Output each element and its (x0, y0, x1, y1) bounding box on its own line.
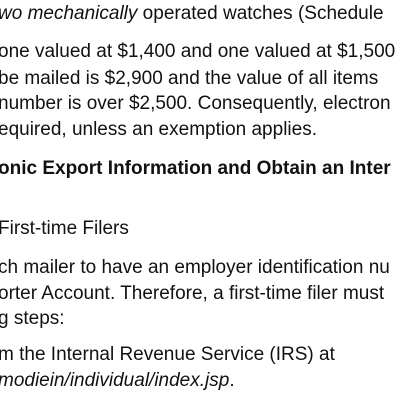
paragraph2-line-2: orter Account. Therefore, a first-time f… (0, 283, 385, 304)
paragraph-text: operated watches (Schedule (137, 3, 384, 24)
irs-url-link[interactable]: modiein/individual/index.jsp (0, 370, 229, 391)
document-page: wo mechanically operated watches (Schedu… (0, 0, 400, 400)
italic-phrase: wo mechanically (0, 3, 138, 24)
paragraph-line-3: be mailed is $2,900 and the value of all… (0, 68, 379, 89)
paragraph2-line-3: g steps: (0, 308, 65, 329)
paragraph-line-2: one valued at $1,400 and one valued at $… (0, 41, 396, 62)
subheading-first-time-filers: First-time Filers (0, 218, 129, 239)
paragraph-line-1: wo mechanically operated watches (Schedu… (0, 2, 384, 26)
step1-line-2: modiein/individual/index.jsp. (0, 369, 235, 393)
step1-line-1: m the Internal Revenue Service (IRS) at (0, 344, 335, 365)
paragraph2-line-1: ch mailer to have an employer identifica… (0, 257, 390, 278)
section-heading: onic Export Information and Obtain an In… (0, 158, 391, 179)
paragraph-line-5: equired, unless an exemption applies. (0, 119, 317, 140)
sentence-period: . (229, 370, 235, 391)
paragraph-line-4: number is over $2,500. Consequently, ele… (0, 93, 391, 114)
